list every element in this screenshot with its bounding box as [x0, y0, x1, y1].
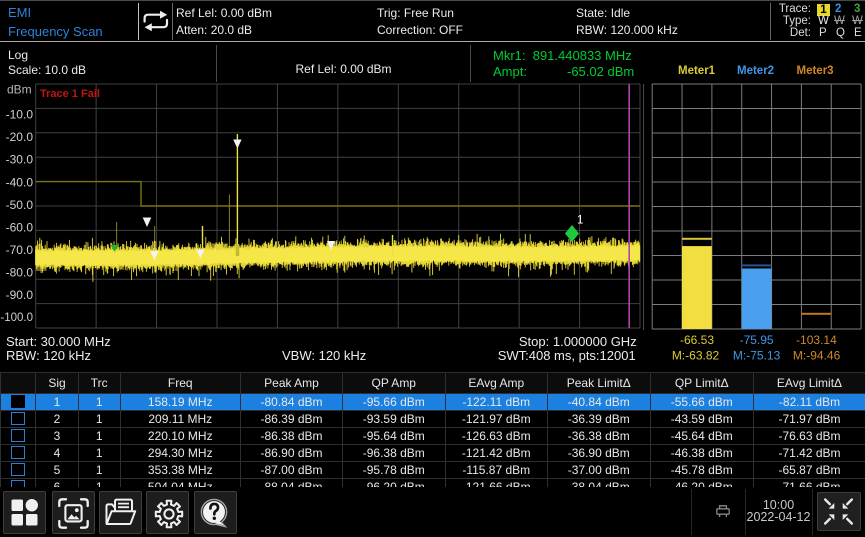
svg-text:-20.0: -20.0 — [6, 130, 34, 144]
svg-text:-66.53: -66.53 — [680, 333, 714, 347]
svg-text:1: 1 — [577, 215, 583, 227]
svg-text:-10.0: -10.0 — [6, 108, 34, 122]
svg-text:-50.0: -50.0 — [6, 198, 34, 212]
svg-text:-40.0: -40.0 — [6, 175, 34, 189]
svg-text:M:-94.46: M:-94.46 — [793, 349, 841, 363]
svg-text:-100.0: -100.0 — [0, 312, 33, 324]
svg-text:-75.95: -75.95 — [740, 333, 774, 347]
svg-text:-103.14: -103.14 — [796, 333, 837, 347]
svg-text:Trace 1 Fail: Trace 1 Fail — [40, 88, 100, 100]
svg-text:M:-75.13: M:-75.13 — [733, 349, 781, 363]
svg-text:M:-63.82: M:-63.82 — [672, 349, 720, 363]
svg-text:-70.0: -70.0 — [6, 243, 34, 257]
svg-text:-60.0: -60.0 — [6, 220, 34, 234]
svg-text:dBm: dBm — [7, 83, 32, 97]
svg-text:-80.0: -80.0 — [6, 266, 34, 280]
svg-text:-30.0: -30.0 — [6, 153, 34, 167]
svg-text:-90.0: -90.0 — [6, 288, 34, 302]
